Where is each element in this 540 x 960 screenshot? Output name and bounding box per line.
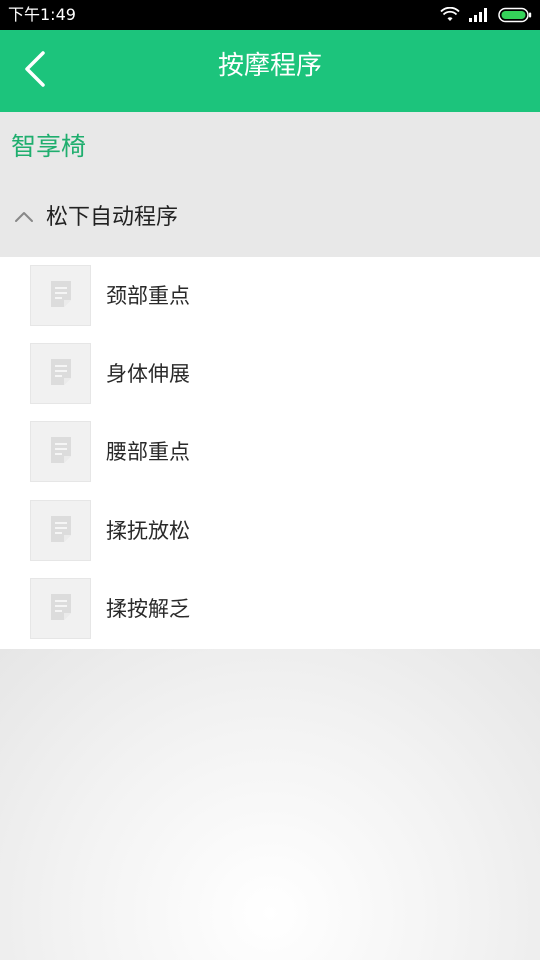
program-item[interactable]: 身体伸展	[0, 335, 540, 413]
battery-icon	[498, 7, 532, 23]
program-item[interactable]: 颈部重点	[0, 257, 540, 335]
program-label: 揉按解乏	[106, 597, 190, 621]
page-title: 按摩程序	[217, 51, 322, 81]
program-thumbnail	[30, 421, 91, 482]
document-icon	[48, 435, 74, 469]
program-item[interactable]: 腰部重点	[0, 413, 540, 491]
program-item[interactable]: 揉抚放松	[0, 492, 540, 570]
group-header: 智享椅 松下自动程序	[0, 112, 540, 257]
wifi-icon	[440, 7, 460, 23]
section-label: 松下自动程序	[46, 205, 179, 230]
document-icon	[48, 592, 74, 626]
program-label: 身体伸展	[106, 362, 190, 386]
program-label: 揉抚放松	[106, 519, 190, 543]
program-item[interactable]: 揉按解乏	[0, 570, 540, 648]
program-thumbnail	[30, 265, 91, 326]
chevron-up-icon	[14, 208, 34, 227]
program-thumbnail	[30, 343, 91, 404]
section-toggle[interactable]: 松下自动程序	[0, 196, 540, 240]
empty-background	[0, 649, 540, 960]
program-label: 腰部重点	[106, 440, 190, 464]
program-thumbnail	[30, 500, 91, 561]
program-thumbnail	[30, 578, 91, 639]
program-list: 颈部重点 身体伸展 腰部重点 揉抚放松 揉按解乏	[0, 257, 540, 649]
status-bar: 下午1:49	[0, 0, 540, 30]
status-icons	[440, 6, 532, 24]
program-label: 颈部重点	[106, 284, 190, 308]
status-time: 下午1:49	[8, 5, 76, 24]
document-icon	[48, 357, 74, 391]
app-bar: 按摩程序	[0, 30, 540, 112]
brand-label: 智享椅	[11, 132, 87, 161]
document-icon	[48, 279, 74, 313]
document-icon	[48, 514, 74, 548]
signal-icon	[468, 7, 490, 23]
